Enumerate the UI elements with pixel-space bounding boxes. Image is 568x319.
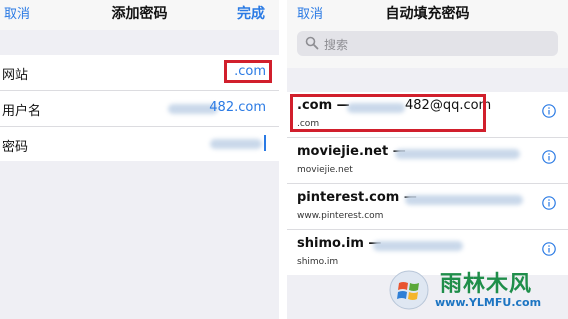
redacted-password	[210, 139, 262, 149]
username-row[interactable]: 用户名 482.com	[0, 91, 279, 127]
item-subtitle: moviejie.net	[297, 165, 353, 175]
item-subtitle: shimo.im	[297, 257, 339, 267]
list-item[interactable]: moviejie.net — moviejie.net	[287, 138, 568, 184]
redacted-username	[373, 241, 463, 251]
navigation-bar: 取消 自动填充密码	[287, 0, 568, 24]
info-icon[interactable]	[542, 104, 556, 118]
search-icon	[305, 36, 319, 50]
item-title: pinterest.com —	[297, 190, 417, 205]
password-row[interactable]: 密码	[0, 127, 279, 161]
divider	[279, 0, 287, 319]
item-subtitle: www.pinterest.com	[297, 211, 384, 221]
watermark: 雨林木风 www.YLMFU.com	[375, 262, 563, 317]
info-icon[interactable]	[542, 196, 556, 210]
password-label: 密码	[2, 140, 29, 155]
list-item[interactable]: pinterest.com — www.pinterest.com	[287, 184, 568, 230]
add-password-screen: 取消 添加密码 完成 网站 .com 用户名 482.com 密码	[0, 0, 279, 319]
search-area: 搜索	[287, 22, 568, 68]
info-icon[interactable]	[542, 242, 556, 256]
navigation-bar: 取消 添加密码 完成	[0, 0, 279, 30]
redacted-username	[405, 195, 523, 205]
first-entry-highlight-box	[290, 94, 486, 132]
text-cursor	[264, 135, 266, 151]
username-label: 用户名	[2, 104, 42, 119]
website-label: 网站	[2, 68, 29, 83]
search-placeholder: 搜索	[324, 38, 349, 52]
item-title: moviejie.net —	[297, 144, 406, 159]
item-title: shimo.im —	[297, 236, 382, 251]
page-title: 自动填充密码	[385, 6, 470, 22]
watermark-url: www.YLMFU.com	[435, 296, 542, 309]
redacted-username	[395, 149, 520, 159]
search-input[interactable]: 搜索	[297, 31, 558, 56]
windows-logo-icon	[389, 270, 429, 310]
done-button[interactable]: 完成	[237, 3, 265, 23]
info-icon[interactable]	[542, 150, 556, 164]
username-field[interactable]: 482.com	[209, 100, 266, 115]
watermark-name: 雨林木风	[440, 272, 533, 297]
website-highlight-box	[224, 60, 272, 83]
